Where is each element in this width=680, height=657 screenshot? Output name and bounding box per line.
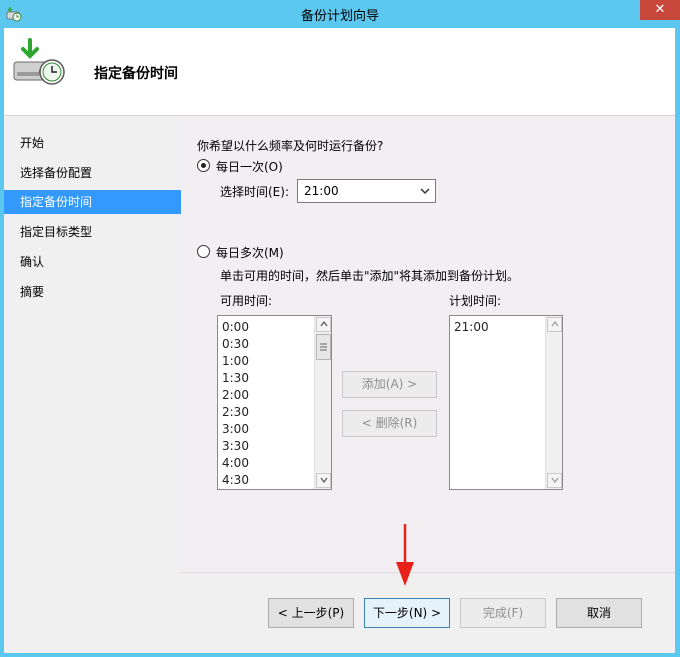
list-item[interactable]: 1:00: [222, 353, 249, 370]
wizard-window: 备份计划向导 ✕ 指定备份时间 开始 选择备份配置 指定备份时间 指定目标类型 …: [0, 0, 680, 657]
once-daily-radio[interactable]: [197, 159, 210, 172]
list-item[interactable]: 2:30: [222, 404, 249, 421]
scroll-thumb[interactable]: [316, 334, 331, 360]
chevron-up-icon: [320, 321, 327, 327]
add-time-hint: 单击可用的时间，然后单击"添加"将其添加到备份计划。: [220, 269, 520, 283]
previous-button[interactable]: < 上一步(P): [268, 598, 354, 628]
list-item[interactable]: 4:30: [222, 472, 249, 489]
close-button[interactable]: ✕: [640, 0, 680, 20]
scheduled-times-label: 计划时间:: [449, 294, 502, 308]
list-item[interactable]: 0:00: [222, 319, 249, 336]
list-item[interactable]: 4:00: [222, 455, 249, 472]
chevron-down-icon: [420, 188, 430, 195]
available-times-list[interactable]: 0:00 0:30 1:00 1:30 2:00 2:30 3:00 3:30 …: [217, 315, 332, 490]
multiple-daily-radio[interactable]: [197, 245, 210, 258]
wizard-content: 你希望以什么频率及何时运行备份? 每日一次(O) 选择时间(E): 21:00 …: [181, 117, 675, 572]
add-time-button[interactable]: 添加(A) >: [342, 371, 437, 398]
scheduled-scrollbar[interactable]: [545, 316, 562, 489]
once-daily-label[interactable]: 每日一次(O): [216, 158, 283, 175]
list-item[interactable]: 21:00: [454, 319, 489, 336]
wizard-steps-nav: 开始 选择备份配置 指定备份时间 指定目标类型 确认 摘要: [4, 117, 181, 653]
available-times-items: 0:00 0:30 1:00 1:30 2:00 2:30 3:00 3:30 …: [222, 319, 249, 489]
nav-step-summary[interactable]: 摘要: [4, 280, 181, 304]
next-button[interactable]: 下一步(N) >: [364, 598, 450, 628]
multiple-daily-label[interactable]: 每日多次(M): [216, 244, 284, 261]
time-select-value: 21:00: [304, 184, 339, 198]
scroll-down-button[interactable]: [547, 473, 562, 488]
select-time-label: 选择时间(E):: [220, 185, 289, 199]
finish-button[interactable]: 完成(F): [460, 598, 546, 628]
wizard-footer: < 上一步(P) 下一步(N) > 完成(F) 取消: [181, 572, 675, 653]
available-times-label: 可用时间:: [220, 294, 273, 308]
available-scrollbar[interactable]: [314, 316, 331, 489]
chevron-down-icon: [320, 477, 327, 483]
scheduled-times-items: 21:00: [454, 319, 489, 336]
wizard-client: 指定备份时间 开始 选择备份配置 指定备份时间 指定目标类型 确认 摘要 你希望…: [4, 28, 675, 653]
window-title: 备份计划向导: [300, 9, 379, 24]
chevron-up-icon: [551, 321, 558, 327]
scroll-up-button[interactable]: [316, 317, 331, 332]
scroll-down-button[interactable]: [316, 473, 331, 488]
frequency-question: 你希望以什么频率及何时运行备份?: [197, 139, 384, 153]
list-item[interactable]: 3:00: [222, 421, 249, 438]
backup-schedule-icon: [13, 38, 65, 85]
remove-time-button[interactable]: < 删除(R): [342, 410, 437, 437]
red-arrow-annotation: [396, 524, 414, 586]
nav-step-select-config[interactable]: 选择备份配置: [4, 161, 181, 185]
nav-step-start[interactable]: 开始: [4, 131, 181, 155]
list-item[interactable]: 3:30: [222, 438, 249, 455]
cancel-button[interactable]: 取消: [556, 598, 642, 628]
title-bar[interactable]: 备份计划向导 ✕: [0, 0, 680, 28]
grip-icon: [320, 343, 327, 351]
nav-step-backup-time[interactable]: 指定备份时间: [4, 190, 181, 214]
nav-step-destination-type[interactable]: 指定目标类型: [4, 220, 181, 244]
chevron-down-icon: [551, 477, 558, 483]
list-item[interactable]: 1:30: [222, 370, 249, 387]
scheduled-times-list[interactable]: 21:00: [449, 315, 563, 490]
page-title: 指定备份时间: [94, 66, 178, 82]
list-item[interactable]: 2:00: [222, 387, 249, 404]
scroll-up-button[interactable]: [547, 317, 562, 332]
list-item[interactable]: 0:30: [222, 336, 249, 353]
wizard-header: 指定备份时间: [4, 28, 675, 116]
nav-step-confirm[interactable]: 确认: [4, 250, 181, 274]
time-select[interactable]: 21:00: [297, 179, 436, 203]
